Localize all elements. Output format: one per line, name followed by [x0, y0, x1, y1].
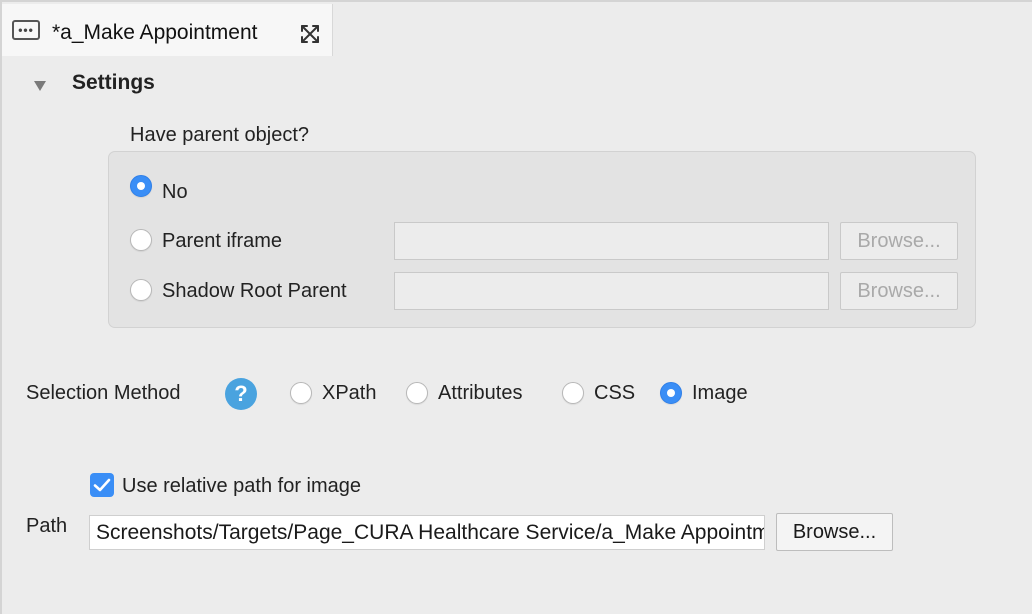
- radio-css[interactable]: [562, 382, 584, 404]
- radio-no[interactable]: [130, 175, 152, 197]
- parent-iframe-browse-button[interactable]: Browse...: [840, 222, 958, 260]
- radio-xpath[interactable]: [290, 382, 312, 404]
- use-relative-path-checkbox[interactable]: [90, 473, 114, 497]
- parent-object-question: Have parent object?: [130, 124, 310, 146]
- radio-shadow-root-parent[interactable]: [130, 279, 152, 301]
- radio-attributes-label[interactable]: Attributes: [438, 382, 522, 405]
- checkmark-icon: [93, 478, 111, 492]
- radio-shadow-root-parent-label[interactable]: Shadow Root Parent: [162, 280, 347, 303]
- use-relative-path-label[interactable]: Use relative path for image: [122, 475, 361, 498]
- radio-image[interactable]: [660, 382, 682, 404]
- radio-no-label[interactable]: No: [162, 181, 188, 204]
- radio-parent-iframe-label[interactable]: Parent iframe: [162, 230, 282, 253]
- settings-section-title[interactable]: Settings: [72, 71, 155, 95]
- path-browse-button[interactable]: Browse...: [776, 513, 893, 551]
- tab-title: *a_Make Appointment: [52, 21, 258, 44]
- shadow-root-parent-browse-button[interactable]: Browse...: [840, 272, 958, 310]
- window-top-border: [0, 0, 1032, 2]
- parent-iframe-input[interactable]: [394, 222, 829, 260]
- radio-css-label[interactable]: CSS: [594, 382, 635, 405]
- radio-parent-iframe[interactable]: [130, 229, 152, 251]
- shadow-root-parent-input[interactable]: [394, 272, 829, 310]
- selection-method-label: Selection Method: [26, 382, 181, 404]
- path-input[interactable]: Screenshots/Targets/Page_CURA Healthcare…: [89, 515, 765, 550]
- help-icon[interactable]: ?: [225, 378, 257, 410]
- triangle-down-icon[interactable]: [33, 80, 47, 92]
- radio-attributes[interactable]: [406, 382, 428, 404]
- ellipsis-box-icon[interactable]: •••: [12, 20, 40, 40]
- editor-tab[interactable]: ••• *a_Make Appointment: [2, 4, 333, 56]
- radio-xpath-label[interactable]: XPath: [322, 382, 376, 405]
- path-label: Path: [26, 515, 68, 537]
- radio-image-label[interactable]: Image: [692, 382, 748, 405]
- window-left-border: [0, 0, 2, 614]
- close-icon[interactable]: [298, 22, 322, 46]
